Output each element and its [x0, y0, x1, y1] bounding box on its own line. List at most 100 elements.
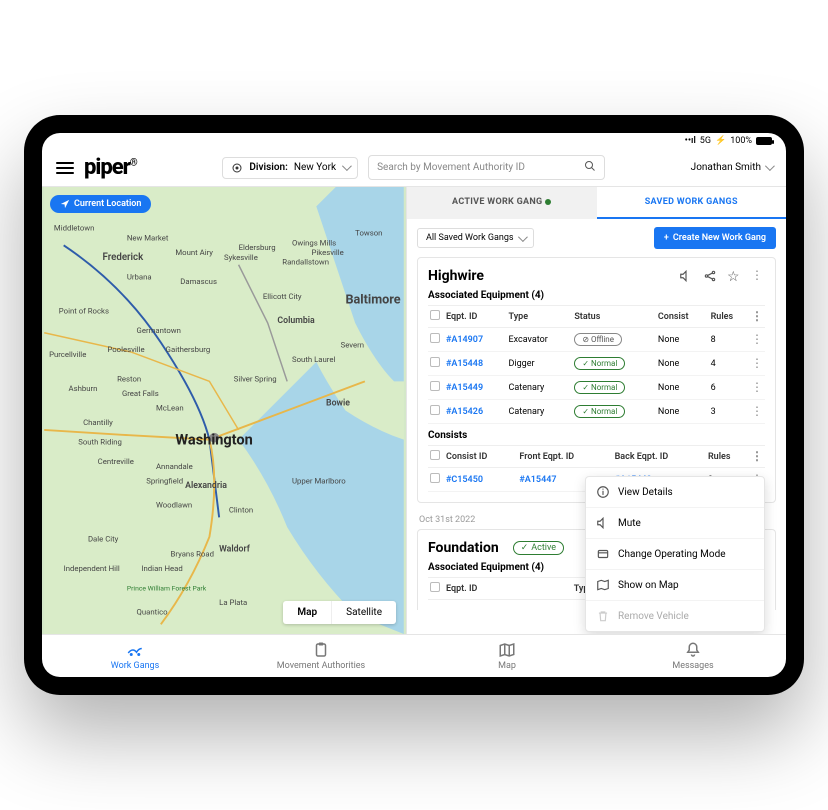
select-all-checkbox[interactable] [430, 450, 440, 460]
svg-text:Randallstown: Randallstown [282, 258, 329, 267]
tablet-frame: ••ıl 5G ⚡ 100% piper® Division: New York… [24, 115, 804, 695]
svg-text:Independent Hill: Independent Hill [64, 564, 120, 573]
equipment-link[interactable]: #A15449 [446, 383, 483, 393]
consists-heading: Consists [428, 430, 765, 441]
svg-text:Upper Marlboro: Upper Marlboro [292, 476, 346, 485]
row-checkbox[interactable] [430, 381, 440, 391]
svg-text:Springfield: Springfield [146, 476, 183, 485]
svg-text:Owings Mills: Owings Mills [292, 238, 336, 247]
row-more-icon[interactable]: ⋮ [751, 380, 763, 394]
svg-text:Germantown: Germantown [137, 326, 181, 335]
svg-text:Mount Airy: Mount Airy [175, 248, 213, 257]
equipment-table: Eqpt. ID Type Status Consist Rules ⋮ #A1… [428, 305, 765, 424]
chevron-down-icon [342, 161, 352, 171]
svg-text:Middletown: Middletown [54, 224, 94, 233]
tab-active-gang[interactable]: ACTIVE WORK GANG [407, 187, 597, 219]
map-canvas: Frederick Mount Airy Eldersburg Owings M… [42, 187, 406, 634]
more-icon[interactable]: ⋮ [751, 269, 765, 283]
row-checkbox[interactable] [430, 405, 440, 415]
svg-text:South Riding: South Riding [78, 438, 122, 447]
status-pill: ✓ Normal [574, 357, 625, 370]
row-more-icon[interactable]: ⋮ [751, 332, 763, 346]
equipment-link[interactable]: #A15448 [446, 359, 483, 369]
svg-text:Damascus: Damascus [180, 277, 217, 286]
signal-icon: ••ıl [685, 136, 696, 146]
filter-row: All Saved Work Gangs +Create New Work Ga… [407, 219, 786, 257]
battery-icon: ⚡ [715, 136, 726, 146]
svg-text:New Market: New Market [127, 233, 169, 242]
division-label: Division: [249, 162, 287, 173]
network-label: 5G [700, 136, 711, 146]
svg-text:Ashburn: Ashburn [69, 384, 98, 393]
row-checkbox[interactable] [430, 473, 440, 483]
bottom-nav: Work Gangs Movement Authorities Map Mess… [42, 634, 786, 677]
row-more-icon[interactable]: ⋮ [751, 356, 763, 370]
svg-text:Sykesville: Sykesville [224, 253, 258, 262]
nav-map[interactable]: Map [414, 635, 600, 677]
menu-remove-vehicle[interactable]: Remove Vehicle [586, 601, 764, 631]
more-icon[interactable]: ⋮ [751, 449, 763, 463]
nav-movement-authorities[interactable]: Movement Authorities [228, 635, 414, 677]
app-logo: piper® [84, 155, 137, 180]
user-name: Jonathan Smith [691, 162, 761, 173]
svg-text:Indian Head: Indian Head [141, 564, 182, 573]
chevron-down-icon [765, 161, 775, 171]
svg-text:Purcellville: Purcellville [49, 350, 86, 359]
svg-text:Waldorf: Waldorf [219, 544, 251, 554]
mute-icon [596, 516, 610, 530]
svg-text:Woodlawn: Woodlawn [156, 501, 192, 510]
division-value: New York [294, 162, 336, 173]
gang-title: Highwire [428, 268, 484, 284]
map-type-map[interactable]: Map [283, 601, 332, 624]
current-location-button[interactable]: Current Location [50, 195, 151, 213]
svg-text:Baltimore: Baltimore [345, 293, 400, 308]
svg-text:Centreville: Centreville [98, 457, 134, 466]
user-menu[interactable]: Jonathan Smith [691, 162, 772, 173]
row-checkbox[interactable] [430, 357, 440, 367]
active-badge: ✓ Active [513, 541, 564, 555]
star-icon[interactable]: ☆ [727, 269, 741, 283]
more-icon[interactable]: ⋮ [751, 309, 763, 323]
menu-view-details[interactable]: View Details [586, 477, 764, 508]
info-icon [596, 485, 610, 499]
search-input[interactable]: Search by Movement Authority ID [368, 155, 605, 180]
svg-text:Alexandria: Alexandria [185, 481, 227, 491]
consist-link[interactable]: #C15450 [446, 475, 483, 485]
nav-work-gangs[interactable]: Work Gangs [42, 635, 228, 677]
tab-saved-gangs[interactable]: SAVED WORK GANGS [597, 187, 787, 219]
select-all-checkbox[interactable] [430, 310, 440, 320]
menu-icon[interactable] [56, 162, 74, 174]
menu-change-mode[interactable]: Change Operating Mode [586, 539, 764, 570]
svg-text:Point of Rocks: Point of Rocks [59, 306, 109, 315]
menu-show-on-map[interactable]: Show on Map [586, 570, 764, 601]
table-row: #A15449Catenary✓ NormalNone6⋮ [428, 376, 765, 400]
filter-select[interactable]: All Saved Work Gangs [417, 228, 534, 248]
gang-title: Foundation [428, 540, 499, 556]
svg-text:Great Falls: Great Falls [122, 389, 159, 398]
map-pane[interactable]: Frederick Mount Airy Eldersburg Owings M… [42, 187, 406, 634]
app-header: piper® Division: New York Search by Move… [42, 149, 786, 187]
bell-icon [683, 641, 703, 659]
row-more-icon[interactable]: ⋮ [751, 404, 763, 418]
row-checkbox[interactable] [430, 333, 440, 343]
share-icon[interactable] [703, 269, 717, 283]
equipment-link[interactable]: #A15426 [446, 407, 483, 417]
screen: ••ıl 5G ⚡ 100% piper® Division: New York… [42, 133, 786, 677]
select-all-checkbox[interactable] [430, 582, 440, 592]
sound-off-icon[interactable] [679, 269, 693, 283]
svg-text:McLean: McLean [156, 404, 184, 413]
division-selector[interactable]: Division: New York [222, 157, 358, 179]
map-pin-icon [596, 578, 610, 592]
svg-text:Quantico: Quantico [137, 608, 169, 617]
clipboard-icon [311, 641, 331, 659]
plus-icon: + [664, 233, 669, 243]
create-work-gang-button[interactable]: +Create New Work Gang [654, 227, 776, 249]
map-type-satellite[interactable]: Satellite [332, 601, 396, 624]
svg-text:Annandale: Annandale [156, 462, 193, 471]
nav-messages[interactable]: Messages [600, 635, 786, 677]
svg-text:Chantilly: Chantilly [83, 418, 113, 427]
equipment-link[interactable]: #A15447 [519, 475, 556, 485]
svg-text:Bryans Road: Bryans Road [171, 549, 214, 558]
equipment-link[interactable]: #A14907 [446, 335, 483, 345]
menu-mute[interactable]: Mute [586, 508, 764, 539]
